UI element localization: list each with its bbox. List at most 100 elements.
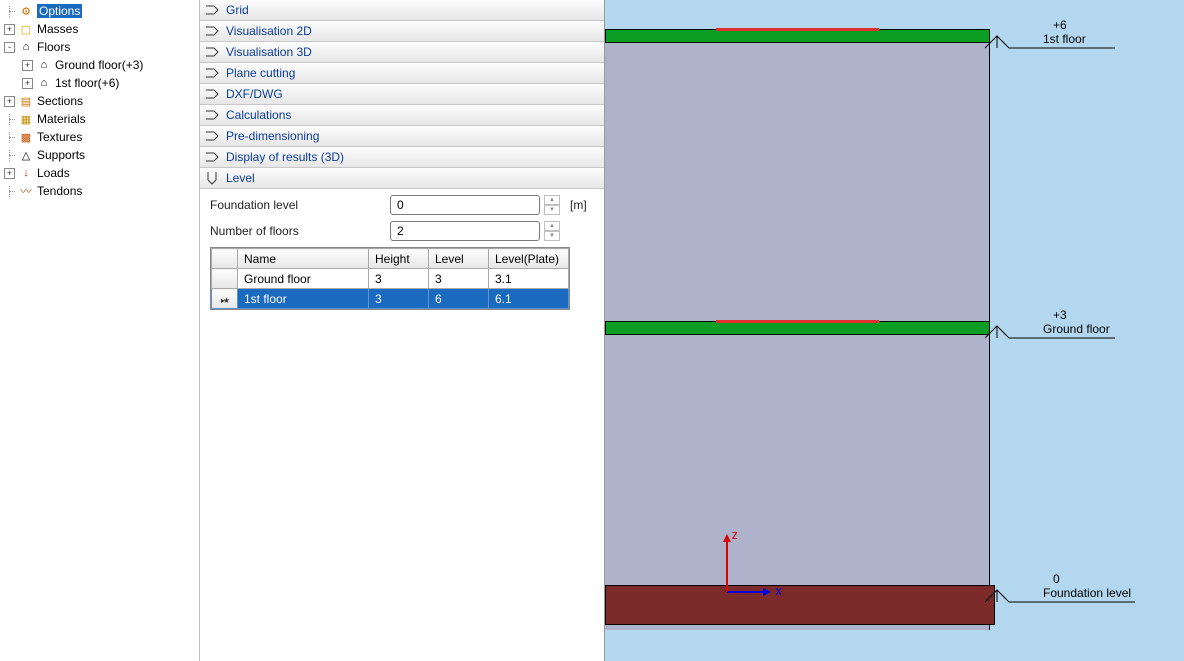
tree-label: Materials — [37, 112, 86, 126]
cell-name[interactable]: 1st floor — [238, 289, 369, 309]
tree-joiner-icon — [4, 114, 15, 125]
support-icon: △ — [18, 148, 34, 162]
row-indicator[interactable]: ▸★ — [212, 289, 238, 309]
tree-label: Masses — [37, 22, 78, 36]
tree-label: Ground floor(+3) — [55, 58, 143, 72]
table-row[interactable]: ▸★ 1st floor 3 6 6.1 — [212, 289, 569, 309]
load-icon: ↓ — [18, 166, 34, 180]
panel-vis3d[interactable]: Visualisation 3D — [200, 42, 604, 63]
panel-level[interactable]: Level — [200, 168, 604, 189]
tendon-icon: 〰 — [18, 184, 34, 198]
arrow-right-icon — [204, 88, 220, 100]
tree-label: Supports — [37, 148, 85, 162]
row-indicator[interactable] — [212, 269, 238, 289]
panel-title: Visualisation 2D — [226, 24, 312, 38]
tree-ground-floor[interactable]: + ⌂ Ground floor(+3) — [0, 56, 199, 74]
gear-icon: ⚙ — [18, 4, 34, 18]
floor-icon: ⌂ — [36, 58, 52, 72]
number-of-floors-label: Number of floors — [210, 224, 390, 238]
tree-label: Textures — [37, 130, 82, 144]
cell-height[interactable]: 3 — [369, 269, 429, 289]
tree-options[interactable]: ⚙ Options — [0, 2, 199, 20]
cell-level[interactable]: 6 — [429, 289, 489, 309]
expand-icon[interactable]: + — [4, 24, 15, 35]
tree-masses[interactable]: + ▢ Masses — [0, 20, 199, 38]
floor-icon: ⌂ — [18, 40, 34, 54]
level-mark-first-floor: +6 1st floor — [1005, 18, 1086, 46]
panel-display-results-3d[interactable]: Display of results (3D) — [200, 147, 604, 168]
current-row-icon: ▸★ — [221, 296, 228, 305]
panel-title: Calculations — [226, 108, 291, 122]
floors-table[interactable]: Name Height Level Level(Plate) Ground fl… — [210, 247, 570, 310]
texture-icon: ▩ — [18, 130, 34, 144]
panel-title: Grid — [226, 3, 249, 17]
expand-icon[interactable]: + — [22, 78, 33, 89]
floor-slab-ground — [605, 321, 990, 335]
tree-sections[interactable]: + ▤ Sections — [0, 92, 199, 110]
panel-title: Visualisation 3D — [226, 45, 312, 59]
project-tree[interactable]: ⚙ Options + ▢ Masses - ⌂ Floors + ⌂ Grou… — [0, 0, 200, 661]
cell-name[interactable]: Ground floor — [238, 269, 369, 289]
panel-plane-cutting[interactable]: Plane cutting — [200, 63, 604, 84]
tree-first-floor[interactable]: + ⌂ 1st floor(+6) — [0, 74, 199, 92]
floor-slab-first — [605, 29, 990, 43]
number-of-floors-input[interactable] — [390, 221, 540, 241]
panel-title: Plane cutting — [226, 66, 295, 80]
tree-label: 1st floor(+6) — [55, 76, 119, 90]
expand-icon[interactable]: + — [4, 96, 15, 107]
col-height[interactable]: Height — [369, 249, 429, 269]
col-name[interactable]: Name — [238, 249, 369, 269]
floor-icon: ⌂ — [36, 76, 52, 90]
arrow-right-icon — [204, 4, 220, 16]
level-panel-body: Foundation level ▲▼ [m] Number of floors… — [200, 189, 604, 318]
foundation-level-input[interactable] — [390, 195, 540, 215]
arrow-right-icon — [204, 130, 220, 142]
panel-title: DXF/DWG — [226, 87, 283, 101]
tree-joiner-icon — [4, 132, 15, 143]
arrow-right-icon — [204, 67, 220, 79]
material-icon: ▦ — [18, 112, 34, 126]
tree-materials[interactable]: ▦ Materials — [0, 110, 199, 128]
level-mark-ground-floor: +3 Ground floor — [1005, 308, 1110, 336]
panel-vis2d[interactable]: Visualisation 2D — [200, 21, 604, 42]
row-header-blank — [212, 249, 238, 269]
table-header-row: Name Height Level Level(Plate) — [212, 249, 569, 269]
section-icon: ▤ — [18, 94, 34, 108]
tree-label: Sections — [37, 94, 83, 108]
arrow-right-icon — [204, 151, 220, 163]
tree-floors[interactable]: - ⌂ Floors — [0, 38, 199, 56]
expand-icon[interactable]: + — [4, 168, 15, 179]
foundation-level-label: Foundation level — [210, 198, 390, 212]
viewport-3d[interactable]: z x +6 1st floor +3 Ground floor 0 Found… — [605, 0, 1184, 661]
table-row[interactable]: Ground floor 3 3 3.1 — [212, 269, 569, 289]
panel-pre-dimensioning[interactable]: Pre-dimensioning — [200, 126, 604, 147]
panel-title: Pre-dimensioning — [226, 129, 319, 143]
cell-plate[interactable]: 3.1 — [489, 269, 569, 289]
arrow-down-icon — [204, 172, 220, 184]
panel-title: Display of results (3D) — [226, 150, 344, 164]
tree-joiner-icon — [4, 150, 15, 161]
tree-joiner-icon — [4, 186, 15, 197]
number-of-floors-spinner[interactable]: ▲▼ — [544, 221, 560, 241]
panel-calculations[interactable]: Calculations — [200, 105, 604, 126]
tree-loads[interactable]: + ↓ Loads — [0, 164, 199, 182]
panel-grid[interactable]: Grid — [200, 0, 604, 21]
tree-textures[interactable]: ▩ Textures — [0, 128, 199, 146]
tree-label: Loads — [37, 166, 70, 180]
cell-level[interactable]: 3 — [429, 269, 489, 289]
collapse-icon[interactable]: - — [4, 42, 15, 53]
unit-label: [m] — [570, 198, 587, 212]
tree-tendons[interactable]: 〰 Tendons — [0, 182, 199, 200]
axis-x-label: x — [775, 584, 782, 598]
panel-title: Level — [226, 171, 255, 185]
arrow-right-icon — [204, 109, 220, 121]
cell-plate[interactable]: 6.1 — [489, 289, 569, 309]
cube-icon: ▢ — [18, 22, 34, 36]
tree-supports[interactable]: △ Supports — [0, 146, 199, 164]
cell-height[interactable]: 3 — [369, 289, 429, 309]
expand-icon[interactable]: + — [22, 60, 33, 71]
col-level-plate[interactable]: Level(Plate) — [489, 249, 569, 269]
col-level[interactable]: Level — [429, 249, 489, 269]
panel-dxf-dwg[interactable]: DXF/DWG — [200, 84, 604, 105]
foundation-level-spinner[interactable]: ▲▼ — [544, 195, 560, 215]
